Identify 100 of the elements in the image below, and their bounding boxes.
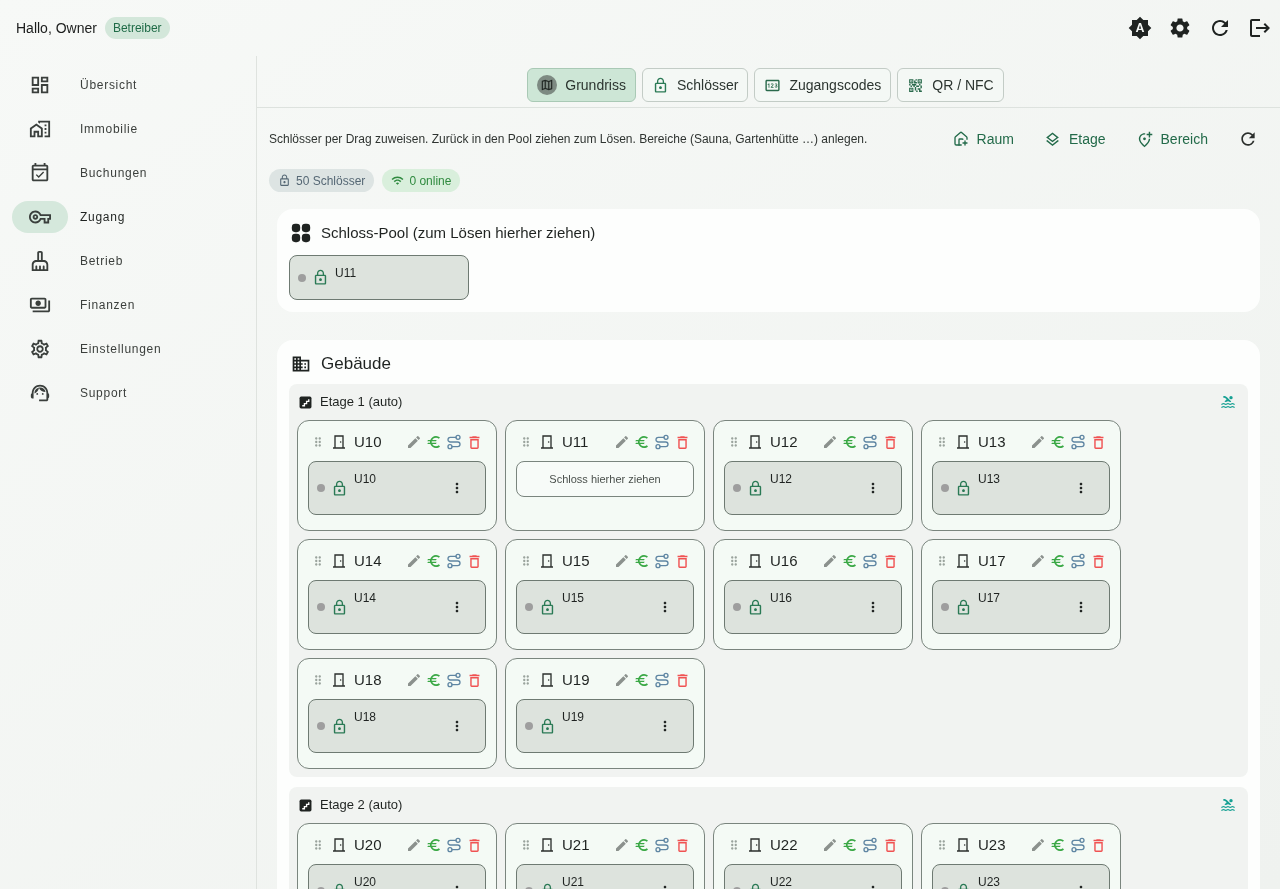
euro-icon[interactable] xyxy=(426,672,442,688)
lock-chip[interactable]: U12 xyxy=(724,461,902,515)
nav-item[interactable]: Übersicht xyxy=(0,63,256,107)
lock-count: 50 Schlösser xyxy=(296,172,366,190)
lock-chip[interactable]: U18 xyxy=(308,699,486,753)
add-button[interactable]: Bereich xyxy=(1127,124,1216,154)
euro-icon[interactable] xyxy=(426,553,442,569)
route-icon[interactable] xyxy=(654,837,670,853)
lock-chip[interactable]: U15 xyxy=(516,580,694,634)
house-building-icon xyxy=(29,118,51,140)
room-name: U13 xyxy=(978,431,1006,452)
house-plus-icon xyxy=(952,131,969,147)
room-name: U16 xyxy=(770,550,798,571)
euro-icon[interactable] xyxy=(634,672,650,688)
euro-icon[interactable] xyxy=(1050,434,1066,450)
tab[interactable]: QR / NFC xyxy=(897,68,1004,102)
tab[interactable]: Schlösser xyxy=(641,68,749,102)
route-icon[interactable] xyxy=(1070,837,1086,853)
role-badge: Betreiber xyxy=(104,17,170,39)
edit-icon[interactable] xyxy=(1030,434,1046,450)
tab[interactable]: Zugangscodes xyxy=(754,68,892,102)
euro-icon[interactable] xyxy=(634,553,650,569)
nav-item[interactable]: Finanzen xyxy=(0,283,256,327)
edit-icon[interactable] xyxy=(822,553,838,569)
dashboard-icon xyxy=(29,74,51,96)
room-name: U10 xyxy=(354,431,382,452)
route-icon[interactable] xyxy=(654,672,670,688)
floor-title: Etage 2 (auto) xyxy=(320,796,403,815)
edit-icon[interactable] xyxy=(406,672,422,688)
lock-chip[interactable]: U21 xyxy=(516,864,694,889)
lock-chip[interactable]: U16 xyxy=(724,580,902,634)
edit-icon[interactable] xyxy=(406,837,422,853)
route-icon[interactable] xyxy=(446,837,462,853)
edit-icon[interactable] xyxy=(1030,553,1046,569)
lock-chip[interactable]: U17 xyxy=(932,580,1110,634)
lock-chip[interactable]: U10 xyxy=(308,461,486,515)
area-button[interactable] xyxy=(1220,394,1236,410)
route-icon[interactable] xyxy=(446,434,462,450)
stairs-icon xyxy=(299,798,312,812)
route-icon[interactable] xyxy=(654,553,670,569)
lock-chip[interactable]: U13 xyxy=(932,461,1110,515)
nav-item[interactable]: Buchungen xyxy=(0,151,256,195)
euro-icon[interactable] xyxy=(1050,837,1066,853)
route-icon[interactable] xyxy=(1070,434,1086,450)
building-icon xyxy=(291,354,311,374)
euro-icon[interactable] xyxy=(1050,553,1066,569)
edit-icon[interactable] xyxy=(614,553,630,569)
lock-name: U13 xyxy=(978,471,1000,488)
door-icon xyxy=(331,672,347,688)
edit-icon[interactable] xyxy=(1030,837,1046,853)
tab[interactable]: Grundriss xyxy=(527,68,636,102)
add-button[interactable]: Etage xyxy=(1035,124,1114,154)
edit-icon[interactable] xyxy=(406,553,422,569)
euro-icon[interactable] xyxy=(842,553,858,569)
edit-icon[interactable] xyxy=(822,837,838,853)
door-icon xyxy=(539,434,555,450)
euro-icon[interactable] xyxy=(426,434,442,450)
edit-icon[interactable] xyxy=(614,434,630,450)
lock-chip[interactable]: U23 xyxy=(932,864,1110,889)
lock-chip[interactable]: U20 xyxy=(308,864,486,889)
lock-chip[interactable]: U19 xyxy=(516,699,694,753)
route-icon[interactable] xyxy=(654,434,670,450)
logout-button[interactable] xyxy=(1248,16,1272,40)
door-icon xyxy=(331,434,347,450)
door-icon xyxy=(747,434,763,450)
route-icon[interactable] xyxy=(862,837,878,853)
route-icon[interactable] xyxy=(862,434,878,450)
room-name: U18 xyxy=(354,669,382,690)
edit-icon[interactable] xyxy=(406,434,422,450)
euro-icon[interactable] xyxy=(426,837,442,853)
euro-icon[interactable] xyxy=(634,434,650,450)
lock-name: U21 xyxy=(562,874,584,889)
settings-button[interactable] xyxy=(1168,16,1192,40)
euro-icon[interactable] xyxy=(842,837,858,853)
drop-zone[interactable]: Schloss hierher ziehen xyxy=(516,461,694,497)
nav-item[interactable]: Zugang xyxy=(0,195,256,239)
euro-icon[interactable] xyxy=(634,837,650,853)
euro-icon[interactable] xyxy=(842,434,858,450)
route-icon[interactable] xyxy=(446,553,462,569)
door-icon xyxy=(331,553,347,569)
door-icon xyxy=(955,837,971,853)
route-icon[interactable] xyxy=(862,553,878,569)
nav-item[interactable]: Immobilie xyxy=(0,107,256,151)
route-icon[interactable] xyxy=(446,672,462,688)
area-button[interactable] xyxy=(1220,797,1236,813)
edit-icon[interactable] xyxy=(822,434,838,450)
lock-chip[interactable]: U22 xyxy=(724,864,902,889)
edit-icon[interactable] xyxy=(614,837,630,853)
nav-item[interactable]: Betrieb xyxy=(0,239,256,283)
nav-item[interactable]: Support xyxy=(0,371,256,415)
edit-icon[interactable] xyxy=(614,672,630,688)
route-icon[interactable] xyxy=(1070,553,1086,569)
add-button[interactable]: Raum xyxy=(944,124,1022,154)
auto-brightness-button[interactable] xyxy=(1128,16,1152,40)
lock-chip[interactable]: U14 xyxy=(308,580,486,634)
pool-icon xyxy=(1220,394,1236,410)
lock-chip[interactable]: U11 xyxy=(289,255,469,300)
lock-icon xyxy=(331,598,348,616)
nav-item[interactable]: Einstellungen xyxy=(0,327,256,371)
refresh-button[interactable] xyxy=(1238,129,1258,149)
